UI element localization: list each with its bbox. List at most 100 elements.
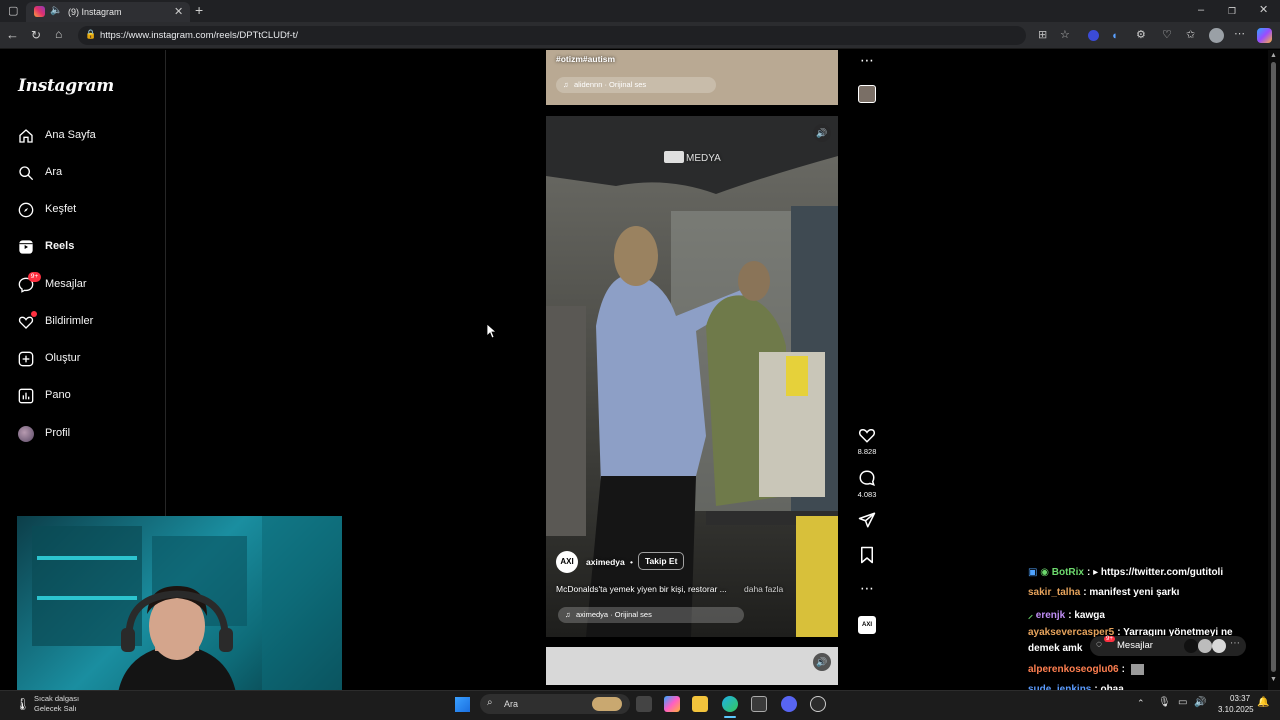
task-view-icon[interactable] [636, 696, 652, 712]
maximize-icon[interactable]: ❐ [1228, 5, 1236, 17]
nav-label: Ana Sayfa [45, 129, 96, 141]
prev-reel-more-icon[interactable]: ⋯ [858, 52, 876, 70]
tab-audio-icon[interactable]: 🔈 [50, 5, 62, 16]
messages-pill-label: Mesajlar [1117, 640, 1153, 651]
minimize-icon[interactable]: – [1198, 4, 1204, 16]
messages-pill-badge: 9+ [1104, 636, 1115, 642]
tab-close-icon[interactable]: ✕ [174, 5, 183, 18]
chat-message-continued: demek amk [1028, 643, 1082, 654]
app-icon-with-alert[interactable] [810, 696, 826, 712]
back-icon[interactable]: ← [6, 28, 19, 41]
clock-time[interactable]: 03:37 [1230, 694, 1250, 703]
reels-icon [19, 240, 33, 254]
next-reel[interactable]: 🔊 [546, 647, 838, 685]
chat-username: alperenkoseoglu06 [1028, 664, 1119, 676]
discord-icon[interactable] [781, 696, 797, 712]
tray-overflow-icon[interactable]: ⌃ [1137, 698, 1145, 709]
browser-tab-bar: ▢ 🔈 (9) Instagram ✕ + – ❐ ✕ [0, 0, 1280, 22]
tab-title: (9) Instagram [68, 7, 122, 17]
account-avatar[interactable]: AXI [556, 551, 578, 573]
share-send-icon[interactable] [858, 511, 876, 529]
nav-messages[interactable]: 9+ Mesajlar [14, 271, 154, 299]
file-explorer-icon[interactable] [692, 696, 708, 712]
instagram-logo[interactable]: Instagram [18, 76, 114, 96]
more-menu-icon[interactable]: ⋯ [1234, 28, 1245, 40]
reel-hashtags[interactable]: #otizm#autism [556, 54, 615, 64]
contact-avatar [1212, 639, 1226, 653]
search-highlight-icon [592, 697, 622, 711]
read-aloud-icon[interactable]: ◖ [1111, 30, 1118, 42]
streamer-webcam [17, 516, 342, 700]
clock-date[interactable]: 3.10.2025 [1218, 705, 1254, 714]
nav-notifications[interactable]: Bildirimler [14, 308, 154, 336]
nav-label: Keşfet [45, 203, 77, 215]
nav-profile[interactable]: Profil [14, 420, 154, 448]
active-app-indicator [724, 716, 736, 718]
volume-icon[interactable]: 🔊 [1194, 697, 1206, 708]
microsoft-store-icon[interactable] [751, 696, 767, 712]
nav-create[interactable]: Oluştur [14, 345, 154, 373]
nav-label: Ara [45, 166, 63, 178]
nav-label: Pano [45, 389, 71, 401]
split-screen-icon[interactable]: ⊞ [1038, 28, 1047, 41]
comment-icon[interactable] [858, 469, 876, 487]
chat-text: demek amk [1028, 643, 1083, 654]
windows-start-icon[interactable] [455, 697, 470, 712]
reload-icon[interactable]: ↻ [31, 29, 41, 41]
weather-forecast[interactable]: Gelecek Salı [34, 704, 77, 713]
account-name[interactable]: aximedya [586, 557, 625, 567]
chat-message: alperenkoseoglu06: [1028, 664, 1144, 675]
caption-more-link[interactable]: daha fazla [744, 584, 783, 594]
favorites-icon[interactable]: ✩ [1186, 29, 1195, 41]
nav-home[interactable]: Ana Sayfa [14, 122, 154, 150]
scroll-up-icon[interactable]: ▲ [1270, 52, 1277, 59]
prev-reel-audio-thumbnail[interactable] [858, 85, 876, 103]
messages-badge: 9+ [28, 272, 41, 282]
audio-source-avatar[interactable]: AXI [858, 616, 876, 634]
tab-actions-icon[interactable]: ▢ [8, 5, 18, 17]
chat-badge-icon: ⸝ [1028, 610, 1033, 621]
nav-reels[interactable]: Reels [14, 233, 154, 261]
current-reel-video[interactable]: MEDYA 🔊 AXI aximedya • Takip Et McDonald… [546, 116, 838, 637]
mute-toggle-icon[interactable]: 🔊 [813, 124, 831, 142]
save-bookmark-icon[interactable] [858, 546, 876, 564]
reel-audio-pill[interactable]: ♫ aximedya · Orijinal ses [558, 607, 744, 623]
messages-floating-pill[interactable]: ◌ 9+ Mesajlar ⋯ [1090, 636, 1246, 656]
extensions-puzzle-icon[interactable]: ⚙ [1136, 29, 1146, 41]
verified-bot-icon: ▣ [1028, 567, 1038, 578]
previous-reel[interactable]: #otizm#autism ♫ alidennn · Orijinal ses [546, 50, 838, 105]
more-options-icon[interactable]: ⋯ [858, 580, 876, 598]
browser-essentials-icon[interactable]: ♡ [1162, 29, 1172, 41]
nav-explore[interactable]: Keşfet [14, 196, 154, 224]
url-field[interactable]: 🔒 https://www.instagram.com/reels/DPTtCL… [78, 26, 1070, 45]
copilot-icon[interactable] [1257, 28, 1272, 43]
reel-caption: McDonalds'ta yemek yiyen bir kişi, resto… [556, 584, 727, 594]
browser-tab-instagram[interactable]: 🔈 (9) Instagram ✕ [26, 2, 190, 22]
favorite-star-icon[interactable]: ☆ [1060, 28, 1070, 41]
edge-browser-icon[interactable] [722, 696, 738, 712]
extension-icon[interactable] [1088, 30, 1099, 41]
reel-audio-pill[interactable]: ♫ alidennn · Orijinal ses [556, 77, 716, 93]
more-icon: ⋯ [1230, 638, 1240, 649]
taskbar-search-placeholder: Ara [504, 699, 519, 709]
profile-avatar[interactable] [1209, 28, 1224, 43]
notifications-bell-icon[interactable]: 🔔 [1257, 697, 1269, 708]
home-icon [19, 129, 33, 143]
home-icon[interactable]: ⌂ [55, 28, 62, 40]
network-icon[interactable]: ▭ [1178, 697, 1187, 708]
follow-button[interactable]: Takip Et [638, 552, 685, 570]
taskbar-search-box[interactable]: ⌕ Ara [480, 694, 630, 714]
nav-search[interactable]: Ara [14, 159, 154, 187]
webcam-frame [32, 516, 342, 700]
new-tab-icon[interactable]: + [195, 3, 203, 17]
weather-icon[interactable]: 🌡 [15, 697, 30, 711]
mute-toggle-icon[interactable]: 🔊 [813, 653, 831, 671]
close-icon[interactable]: ✕ [1259, 4, 1268, 16]
copilot-app-icon[interactable] [664, 696, 680, 712]
url-text: https://www.instagram.com/reels/DPTtCLUD… [100, 30, 298, 41]
weather-condition[interactable]: Sıcak dalgası [34, 694, 79, 703]
microphone-icon[interactable]: 🎙 [1158, 697, 1171, 708]
chat-text: : [1121, 664, 1125, 676]
like-heart-icon[interactable] [858, 426, 876, 444]
nav-dashboard[interactable]: Pano [14, 382, 154, 410]
